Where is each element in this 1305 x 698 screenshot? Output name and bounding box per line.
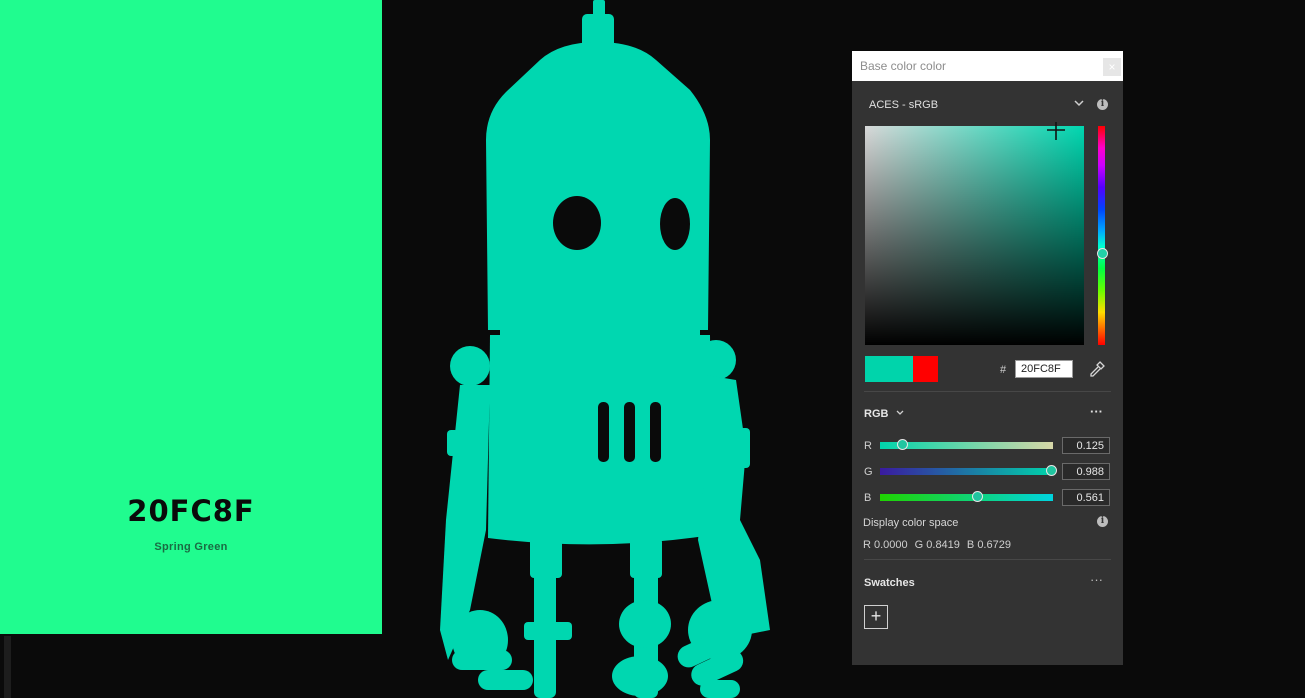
display-color-space-values: R 0.0000 G 0.8419 B 0.6729 <box>863 539 1018 551</box>
display-color-space-label: Display color space <box>863 517 959 529</box>
new-color-preview <box>865 356 913 382</box>
panel-titlebar[interactable]: Base color color × <box>852 51 1123 81</box>
more-options-icon[interactable]: ··· <box>1090 404 1103 419</box>
robot-model[interactable] <box>420 0 810 698</box>
color-mode-dropdown[interactable]: RGB <box>864 408 888 420</box>
display-g-value: G 0.8419 <box>914 539 960 551</box>
color-picker-panel: Base color color × ACES - sRGB i # 20FC8… <box>852 51 1123 665</box>
red-channel-label: R <box>864 440 872 452</box>
blue-channel-label: B <box>864 492 872 504</box>
chevron-down-icon[interactable] <box>1073 98 1085 108</box>
hue-slider[interactable] <box>1098 126 1105 345</box>
swatch-hex-code: 20FC8F <box>127 494 255 528</box>
blue-channel-value[interactable]: 0.561 <box>1062 489 1110 506</box>
hex-prefix: # <box>1000 364 1007 376</box>
more-options-icon[interactable]: ··· <box>1090 572 1103 587</box>
red-channel-value[interactable]: 0.125 <box>1062 437 1110 454</box>
display-b-value: B 0.6729 <box>966 539 1011 551</box>
red-channel-thumb[interactable] <box>896 439 908 450</box>
hex-input[interactable]: 20FC8F <box>1015 360 1073 378</box>
green-channel-thumb[interactable] <box>1045 465 1057 476</box>
color-swatch-card: 20FC8F Spring Green <box>0 0 382 634</box>
green-channel-value[interactable]: 0.988 <box>1062 463 1110 480</box>
info-icon[interactable]: i <box>1097 516 1108 527</box>
swatches-heading: Swatches <box>864 577 915 589</box>
divider <box>864 391 1111 392</box>
swatch-color-name: Spring Green <box>154 541 228 553</box>
display-r-value: R 0.0000 <box>863 539 908 551</box>
green-channel-slider[interactable] <box>880 468 1053 475</box>
eyedropper-icon[interactable] <box>1088 360 1106 378</box>
color-space-dropdown[interactable]: ACES - sRGB <box>869 99 938 111</box>
green-channel-label: G <box>864 466 873 478</box>
chevron-down-icon[interactable] <box>895 408 905 417</box>
divider <box>864 559 1111 560</box>
panel-title: Base color color <box>860 59 947 73</box>
blue-channel-thumb[interactable] <box>972 491 984 502</box>
hue-slider-thumb[interactable] <box>1097 248 1108 259</box>
add-swatch-button[interactable]: + <box>864 605 888 629</box>
saturation-value-picker[interactable] <box>865 126 1084 345</box>
crosshair-cursor-icon <box>1047 122 1065 140</box>
info-icon[interactable]: i <box>1097 99 1108 110</box>
blue-channel-slider[interactable] <box>880 494 1053 501</box>
close-icon[interactable]: × <box>1103 58 1121 76</box>
viewport-edge-strip <box>4 636 11 698</box>
previous-color-preview[interactable] <box>913 356 938 382</box>
